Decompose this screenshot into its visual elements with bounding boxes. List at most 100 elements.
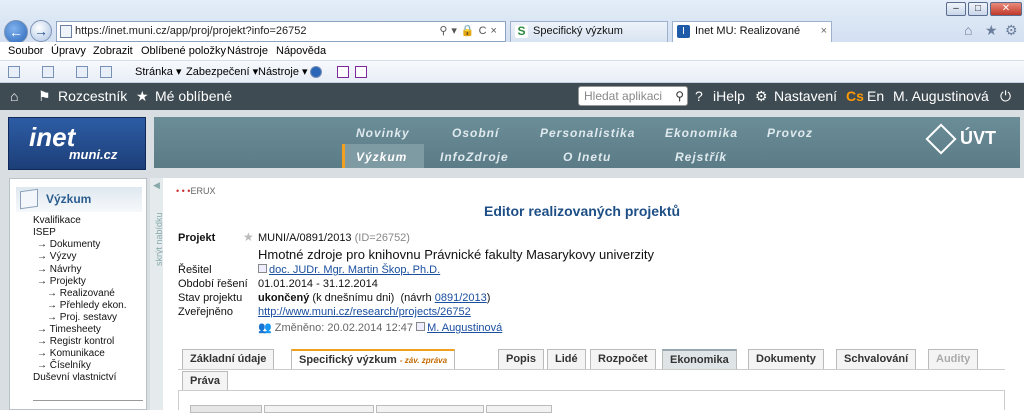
- sidebar-item-navrhy[interactable]: → Návrhy: [37, 264, 81, 275]
- breadcrumb: • • •ERUX: [176, 186, 215, 196]
- app-search-input[interactable]: Hledat aplikaci ⚲: [578, 86, 688, 106]
- ihelp-link[interactable]: iHelp: [713, 88, 745, 104]
- tab-schvalovani[interactable]: Schvalování: [836, 349, 917, 369]
- user-name[interactable]: M. Augustinová: [893, 88, 989, 104]
- subtab-3[interactable]: [376, 405, 484, 413]
- logo-subtext: muni.cz: [69, 147, 118, 162]
- nav-novinky[interactable]: Novinky: [356, 126, 410, 140]
- feeds-icon[interactable]: [42, 66, 54, 78]
- onenote-icon[interactable]: [337, 66, 349, 78]
- menu-upravy[interactable]: Úpravy: [51, 45, 86, 57]
- rozcestnik-link[interactable]: Rozcestník: [58, 88, 127, 104]
- browser-tab-inet[interactable]: I Inet MU: Realizované ×: [672, 21, 832, 42]
- browser-tab-specificky[interactable]: S Specifický výzkum /23504425/: [510, 21, 668, 56]
- menu-oblibene[interactable]: Oblíbené položky: [141, 45, 226, 57]
- bullet-icon: • • •: [176, 186, 191, 196]
- address-actions-icon[interactable]: ⚲▾🔒C×: [439, 22, 501, 41]
- print-icon[interactable]: [100, 66, 112, 78]
- cmd-stranka[interactable]: Stránka ▾: [135, 65, 182, 78]
- sidebar-item-registr[interactable]: → Registr kontrol: [37, 336, 114, 347]
- minimize-button[interactable]: –: [946, 2, 966, 16]
- favorite-star-icon[interactable]: ★: [243, 230, 254, 244]
- subtab-4[interactable]: [486, 405, 552, 413]
- sidebar-item-projekty[interactable]: → Projekty: [37, 276, 86, 287]
- sidebar-title[interactable]: Výzkum: [16, 187, 142, 212]
- sidebar-item-vyzvy[interactable]: → Výzvy: [37, 251, 76, 262]
- tab-prava[interactable]: Práva: [182, 371, 228, 391]
- menu-napoveda[interactable]: Nápověda: [276, 45, 326, 57]
- nav-rejstrik[interactable]: Rejstřík: [675, 150, 727, 164]
- changed-by-link[interactable]: M. Augustinová: [427, 322, 502, 334]
- subtab-2[interactable]: [264, 405, 374, 413]
- back-button[interactable]: ←: [4, 20, 28, 44]
- sidebar-item-dokumenty[interactable]: → Dokumenty: [37, 239, 100, 250]
- sidebar-item-dusevni[interactable]: Duševní vlastnictví: [33, 372, 116, 383]
- settings-link[interactable]: Nastavení: [774, 88, 837, 104]
- tab-rozpocet[interactable]: Rozpočet: [590, 349, 656, 369]
- tab-close-icon[interactable]: ×: [821, 22, 827, 41]
- gear-icon[interactable]: ⚙: [1005, 22, 1018, 39]
- sidebar-item-prehledy[interactable]: → Přehledy ekon.: [47, 300, 127, 311]
- tab-favicon-icon: S: [515, 25, 528, 38]
- solver-value: doc. JUDr. Mgr. Martin Škop, Ph.D.: [258, 264, 440, 276]
- cmd-nastroje[interactable]: Nástroje ▾: [258, 65, 308, 78]
- subtab-1[interactable]: [190, 405, 262, 413]
- home-icon[interactable]: ⌂: [10, 88, 18, 104]
- breadcrumb-item[interactable]: ERUX: [190, 186, 215, 196]
- sidebar-item-isep[interactable]: ISEP: [33, 227, 56, 238]
- address-bar[interactable]: https://inet.muni.cz/app/proj/projekt?in…: [56, 21, 506, 42]
- tab-popis[interactable]: Popis: [498, 349, 544, 369]
- menu-zobrazit[interactable]: Zobrazit: [93, 45, 133, 57]
- mail-icon[interactable]: [76, 66, 88, 78]
- published-link[interactable]: http://www.muni.cz/research/projects/267…: [258, 306, 471, 318]
- solver-link[interactable]: doc. JUDr. Mgr. Martin Škop, Ph.D.: [269, 264, 440, 276]
- tab-lide[interactable]: Lidé: [547, 349, 586, 369]
- sidebar-item-komunikace[interactable]: → Komunikace: [37, 348, 105, 359]
- sidebar-item-kvalifikace[interactable]: Kvalifikace: [33, 215, 81, 226]
- logout-icon[interactable]: ⏻: [1000, 88, 1011, 105]
- help-icon: ?: [695, 88, 703, 104]
- nav-osobni[interactable]: Osobní: [452, 126, 499, 140]
- tab-dokumenty[interactable]: Dokumenty: [748, 349, 824, 369]
- uvt-cube-icon: [925, 123, 957, 155]
- nav-vyzkum[interactable]: Výzkum: [356, 150, 407, 164]
- inet-logo[interactable]: inet muni.cz: [8, 117, 146, 170]
- project-code-line: MUNI/A/0891/2013 (ID=26752): [258, 232, 410, 244]
- home-icon[interactable]: ⌂: [964, 22, 972, 38]
- sidebar-item-realizovane[interactable]: → Realizované: [47, 288, 115, 299]
- favorites-link[interactable]: Mé oblíbené: [155, 88, 232, 104]
- menu-soubor[interactable]: Soubor: [8, 45, 43, 57]
- tab-ekonomika[interactable]: Ekonomika: [662, 349, 737, 369]
- tab-zakladni-udaje[interactable]: Základní údaje: [182, 349, 275, 369]
- project-label: Projekt: [178, 232, 216, 244]
- tab-baseline: [178, 369, 1005, 370]
- hide-menu-toggle[interactable]: ◀ skrýt nabídku: [150, 178, 164, 410]
- tab-audity[interactable]: Audity: [928, 349, 979, 369]
- page-title: Editor realizovaných projektů: [484, 203, 681, 219]
- sidebar-item-timesheety[interactable]: → Timesheety: [37, 324, 101, 335]
- star-icon[interactable]: ★: [985, 22, 998, 39]
- period-label: Období řešení: [178, 278, 248, 290]
- onenote-send-icon[interactable]: [355, 66, 367, 78]
- window-close-button[interactable]: ✕: [990, 2, 1022, 16]
- sidebar-item-sestavy[interactable]: → Proj. sestavy: [47, 312, 117, 323]
- nav-personalistika[interactable]: Personalistika: [540, 126, 635, 140]
- nav-o-inetu[interactable]: O Inetu: [563, 150, 611, 164]
- home-icon[interactable]: [8, 66, 20, 78]
- lang-cs[interactable]: Cs: [846, 88, 864, 104]
- tab-specificky-vyzkum[interactable]: Specifický výzkum - záv. zpráva: [291, 349, 456, 369]
- menu-nastroje[interactable]: Nástroje: [227, 45, 268, 57]
- sidebar-item-ciselniky[interactable]: → Číselníky: [37, 360, 91, 371]
- star-icon: ★: [136, 88, 149, 104]
- nav-infozdroje[interactable]: InfoZdroje: [440, 150, 509, 164]
- cmd-zabezpeceni[interactable]: Zabezpečení ▾: [186, 65, 258, 78]
- nav-provoz[interactable]: Provoz: [767, 126, 813, 140]
- search-icon[interactable]: ⚲: [675, 87, 684, 105]
- maximize-button[interactable]: □: [968, 2, 988, 16]
- help-icon[interactable]: [310, 66, 322, 78]
- nav-ekonomika[interactable]: Ekonomika: [665, 126, 738, 140]
- proposal-link[interactable]: 0891/2013: [435, 292, 487, 304]
- uvt-logo: ÚVT: [925, 123, 996, 155]
- lang-en[interactable]: En: [867, 88, 884, 104]
- forward-button[interactable]: →: [30, 20, 52, 42]
